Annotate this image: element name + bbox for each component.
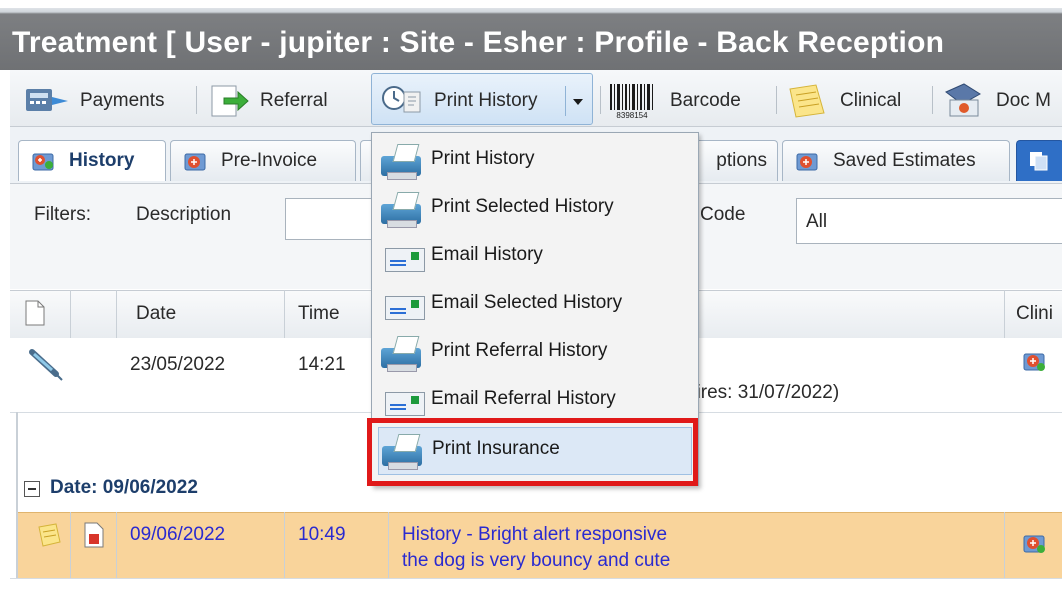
description-label: Description xyxy=(136,204,232,225)
clinic-icon xyxy=(1020,530,1050,558)
tab-history-label: History xyxy=(69,150,135,171)
description-input[interactable] xyxy=(285,198,377,240)
payments-button[interactable]: Payments xyxy=(24,84,164,118)
clinical-notes-icon xyxy=(786,83,830,119)
referral-button[interactable]: Referral xyxy=(206,84,328,118)
row-date: 09/06/2022 xyxy=(130,524,226,545)
documents-icon xyxy=(940,82,986,120)
grid-column-divider xyxy=(70,512,71,578)
doc-label: Doc M xyxy=(996,90,1051,111)
copy-icon xyxy=(1027,149,1051,173)
row-description: pires: 31/07/2022) xyxy=(686,382,840,403)
printer-icon xyxy=(379,334,423,372)
row-description-line2: the dog is very bouncy and cute xyxy=(402,550,671,571)
column-header-clinic[interactable]: Clini xyxy=(1016,290,1053,338)
menu-item-print-history[interactable]: Print History xyxy=(373,138,695,184)
clinical-label: Clinical xyxy=(840,90,902,111)
referral-label: Referral xyxy=(260,90,328,111)
doc-manager-button[interactable]: Doc M xyxy=(940,82,1051,120)
row-date: 23/05/2022 xyxy=(130,354,226,375)
printer-icon xyxy=(379,142,423,180)
menu-item-email-history[interactable]: Email History xyxy=(373,234,695,280)
referral-icon xyxy=(206,84,250,118)
toolbar-separator xyxy=(196,86,197,114)
clinical-button[interactable]: Clinical xyxy=(786,84,901,118)
barcode-label: Barcode xyxy=(670,90,741,111)
payments-icon xyxy=(24,85,70,117)
pre-invoice-tab-icon xyxy=(181,148,211,174)
filters-label: Filters: xyxy=(34,204,91,225)
highlight-callout-box xyxy=(367,418,698,486)
email-icon xyxy=(381,290,427,320)
print-history-icon xyxy=(378,84,424,118)
split-divider xyxy=(565,86,566,116)
menu-item-email-selected-history[interactable]: Email Selected History xyxy=(373,282,695,328)
tab-saved-estimates-label: Saved Estimates xyxy=(833,150,976,171)
menu-item-print-referral-history[interactable]: Print Referral History xyxy=(373,330,695,376)
print-history-button-content[interactable]: Print History xyxy=(378,84,537,118)
document-icon xyxy=(24,300,46,326)
grid-column-divider xyxy=(116,512,117,578)
note-icon xyxy=(36,522,62,548)
group-date-label: Date: 09/06/2022 xyxy=(50,477,198,498)
history-tab-icon xyxy=(29,148,59,174)
svg-text:8398154: 8398154 xyxy=(616,111,648,120)
barcode-icon: 8398154 xyxy=(608,82,662,120)
email-icon xyxy=(381,386,427,416)
tab-saved-estimates[interactable]: Saved Estimates xyxy=(782,140,1010,181)
printer-icon xyxy=(379,190,423,228)
tab-more[interactable] xyxy=(1016,140,1062,181)
row-description-line1: History - Bright alert responsive xyxy=(402,524,668,545)
barcode-button[interactable]: 8398154 Barcode xyxy=(608,82,741,120)
clinic-icon xyxy=(1020,348,1050,376)
code-select-value: All xyxy=(806,211,828,232)
chevron-down-icon[interactable] xyxy=(570,94,586,108)
tab-pre-invoice[interactable]: Pre-Invoice xyxy=(170,140,356,181)
print-history-label: Print History xyxy=(434,90,538,111)
row-time: 14:21 xyxy=(298,354,346,375)
tab-pre-invoice-label: Pre-Invoice xyxy=(221,150,318,171)
syringe-icon xyxy=(26,346,66,382)
pdf-document-icon xyxy=(82,522,106,548)
menu-item-print-selected-history[interactable]: Print Selected History xyxy=(373,186,695,232)
grid-column-divider xyxy=(388,512,389,578)
code-label: Code xyxy=(700,204,746,225)
column-header-date[interactable]: Date xyxy=(136,290,176,338)
toolbar-separator xyxy=(600,86,601,114)
saved-estimates-tab-icon xyxy=(793,148,823,174)
grid-column-divider xyxy=(284,512,285,578)
tab-options-label: ptions xyxy=(716,150,767,171)
grid-column-divider xyxy=(1004,512,1005,578)
code-select[interactable] xyxy=(796,198,1062,244)
tab-history[interactable]: History xyxy=(18,140,166,181)
toolbar-separator xyxy=(932,86,933,114)
collapse-icon[interactable] xyxy=(24,481,40,497)
toolbar-separator xyxy=(776,86,777,114)
payments-label: Payments xyxy=(80,90,165,111)
column-header-time[interactable]: Time xyxy=(298,290,340,338)
email-icon xyxy=(381,242,427,272)
window-title: Treatment [ User - jupiter : Site - Eshe… xyxy=(12,26,945,59)
table-row[interactable] xyxy=(10,578,1062,594)
row-time: 10:49 xyxy=(298,524,346,545)
